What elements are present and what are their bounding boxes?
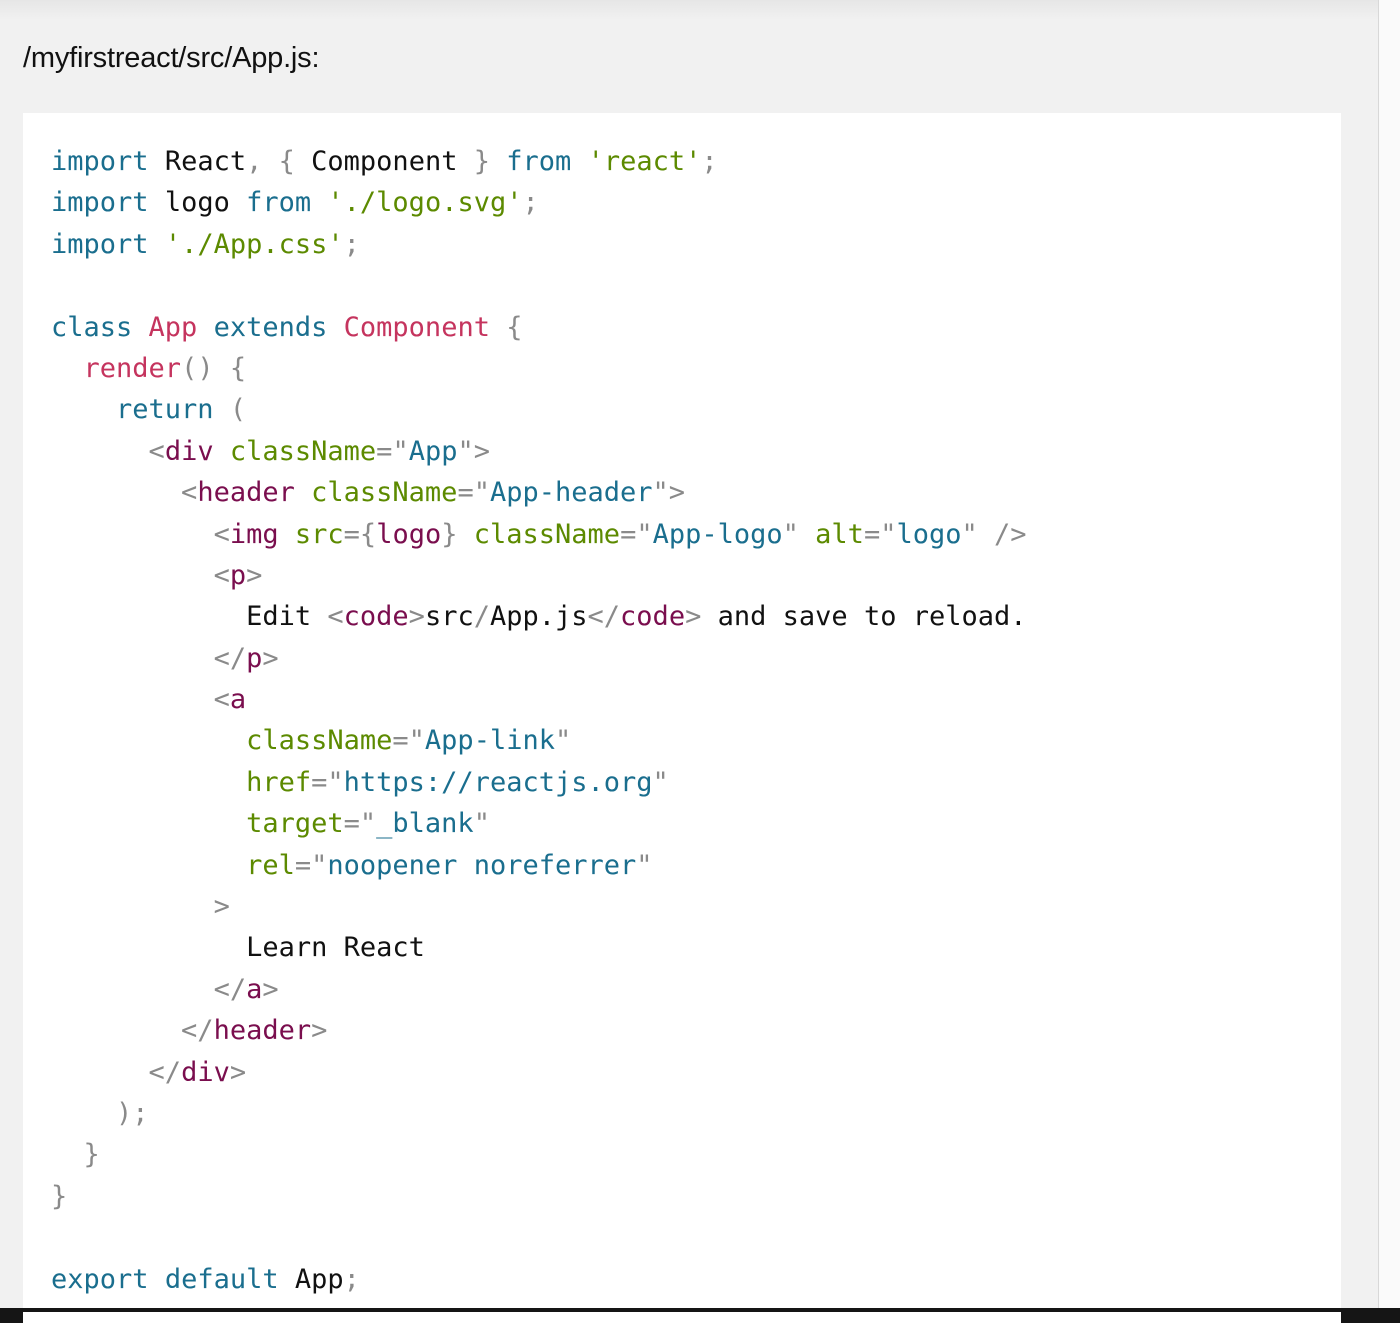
code-line: render() {: [83, 352, 247, 384]
code-line: </header>: [181, 1015, 328, 1047]
code-line: href="https://reactjs.org": [246, 766, 669, 798]
code-line: Edit <code>src/App.js</code> and save to…: [246, 601, 1027, 633]
code-line: <p>: [213, 559, 263, 591]
code-line: class App extends Component {: [51, 311, 523, 343]
code-line: import React, { Component } from 'react'…: [51, 146, 718, 177]
code-line: target="_blank": [246, 808, 490, 840]
code-line: <header className="App-header">: [181, 477, 686, 509]
article-page: /myfirstreact/src/App.js: import React, …: [0, 0, 1378, 1323]
code-line: <div className="App">: [148, 435, 491, 467]
code-line: <a: [213, 684, 247, 716]
top-bar: [0, 0, 1378, 20]
code-line: </div>: [148, 1056, 247, 1088]
code-line: </p>: [213, 642, 279, 674]
code-line: );: [116, 1097, 149, 1129]
scrollbar-rail[interactable]: [1378, 0, 1400, 1312]
file-path-caption: /myfirstreact/src/App.js:: [23, 42, 320, 74]
code-line: <img src={logo} className="App-logo" alt…: [213, 518, 1027, 550]
code-block[interactable]: import React, { Component } from 'react'…: [23, 113, 1341, 1323]
code-line: </a>: [213, 973, 279, 1005]
code-line: rel="noopener noreferrer": [246, 849, 653, 881]
code-line: import './App.css';: [51, 228, 360, 260]
window-edge: [0, 1308, 1400, 1312]
code-line: }: [83, 1139, 100, 1171]
code-line: className="App-link": [246, 725, 572, 757]
code-listing[interactable]: import React, { Component } from 'react'…: [51, 141, 1027, 1300]
code-line: Learn React: [246, 932, 425, 964]
code-line: >: [213, 891, 230, 923]
code-line: return (: [116, 394, 247, 426]
code-line: export default App;: [51, 1263, 360, 1295]
code-line: import logo from './logo.svg';: [51, 187, 539, 219]
code-line: }: [51, 1180, 68, 1212]
